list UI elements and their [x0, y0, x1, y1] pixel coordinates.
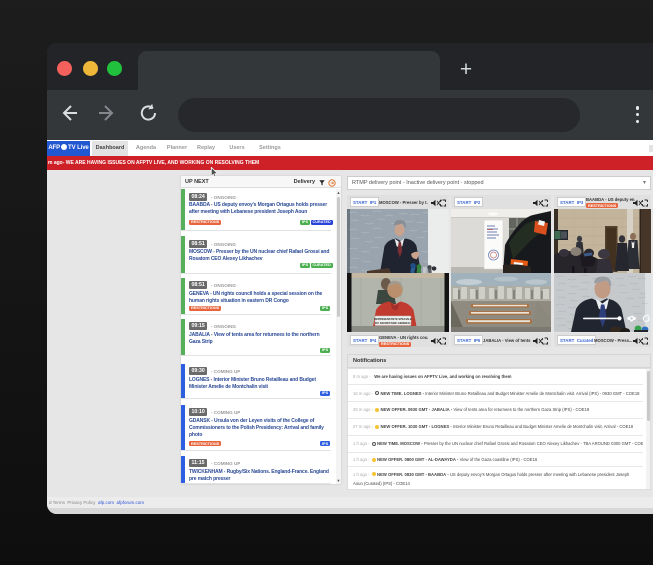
- svg-text:REPRESENTANTE SPECIALE: REPRESENTANTE SPECIALE: [374, 317, 412, 321]
- svg-text:DU SECRETAIRE GENERAL: DU SECRETAIRE GENERAL: [375, 321, 411, 325]
